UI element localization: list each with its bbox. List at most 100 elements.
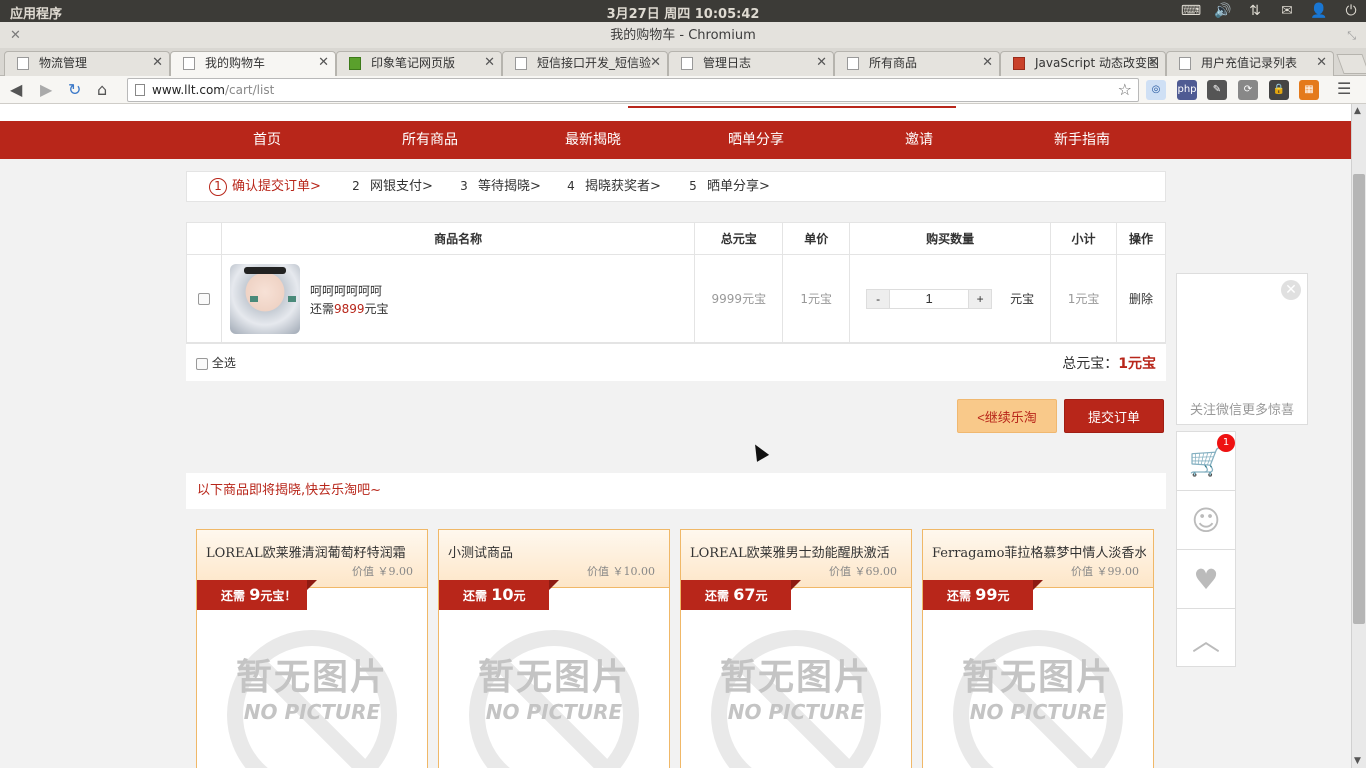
tab-logistics[interactable]: 物流管理 ✕ — [4, 51, 170, 76]
tab-label: 管理日志 — [703, 56, 752, 70]
card-name[interactable]: Ferragamo菲拉格慕梦中情人淡香水 — [932, 542, 1146, 561]
system-clock[interactable]: 3月27日 周四 10:05:42 — [0, 3, 1366, 22]
header-qty: 购买数量 — [849, 222, 1052, 255]
continue-shopping-button[interactable]: <继续乐淘 — [957, 399, 1057, 433]
window-resize-icon[interactable]: ⤡ — [1347, 22, 1356, 50]
no-picture-en: NO PICTURE — [485, 700, 623, 724]
window-titlebar: ✕ 我的购物车 - Chromium ⤡ — [0, 22, 1366, 48]
no-picture-en: NO PICTURE — [969, 700, 1107, 724]
extension-globe-icon[interactable]: ◎ — [1146, 80, 1166, 100]
window-close-icon[interactable]: ✕ — [10, 22, 21, 50]
qty-minus-button[interactable]: - — [866, 288, 891, 309]
tab-close-icon[interactable]: ✕ — [1148, 52, 1159, 74]
side-back-to-top-button[interactable]: ︿ — [1177, 609, 1235, 668]
step-share: 5 晒单分享> — [684, 172, 770, 201]
tab-label: 用户充值记录列表 — [1201, 56, 1298, 70]
side-favorite-button[interactable]: ♥ — [1177, 550, 1235, 609]
no-picture-cn: 暂无图片 — [477, 657, 630, 698]
tab-close-icon[interactable]: ✕ — [1316, 52, 1327, 74]
item-price: 1元宝 — [782, 254, 851, 343]
extension-evernote-icon[interactable]: ✎ — [1207, 80, 1227, 100]
qty-plus-button[interactable]: + — [968, 288, 993, 309]
page-info-icon[interactable] — [135, 84, 145, 96]
php-extension-icon[interactable]: php — [1177, 80, 1197, 100]
tab-my-cart[interactable]: 我的购物车 ✕ — [170, 51, 336, 76]
nav-guide[interactable]: 新手指南 — [1054, 121, 1110, 159]
step-label: 确认提交订单> — [232, 179, 321, 194]
side-cart-button[interactable]: 🛒 1 — [1177, 432, 1235, 491]
menu-icon[interactable]: ☰ — [1337, 79, 1351, 98]
tab-label: JavaScript 动态改变图 — [1035, 56, 1159, 70]
page-scrollbar[interactable]: ▲ ▼ — [1351, 104, 1366, 768]
remain-prefix: 还需 — [309, 301, 334, 316]
card-need-badge: 还需 99元宝！ — [923, 580, 1043, 633]
product-card[interactable]: LOREAL欧莱雅男士劲能醒肤激活 价值 ￥69.00 还需 67元宝！ 暂无图片… — [680, 529, 912, 768]
close-icon[interactable]: ✕ — [1281, 280, 1301, 300]
tab-all-products[interactable]: 所有商品 ✕ — [834, 51, 1000, 76]
card-name[interactable]: LOREAL欧莱雅男士劲能醒肤激活 — [690, 542, 904, 561]
tab-close-icon[interactable]: ✕ — [982, 52, 993, 74]
wechat-qr-panel: ✕ 关注微信更多惊喜 — [1176, 273, 1308, 425]
qty-input[interactable] — [890, 288, 969, 309]
cart-header-row: 商品名称 总元宝 单价 购买数量 小计 操作 — [186, 222, 1166, 255]
side-qq-button[interactable]: ☺ — [1177, 491, 1235, 550]
select-all-checkbox[interactable] — [196, 357, 208, 370]
nav-share[interactable]: 晒单分享 — [728, 121, 784, 159]
nav-latest-reveal[interactable]: 最新揭晓 — [565, 121, 621, 159]
browser-toolbar: ◀ ▶ ↻ ⌂ www.llt.com/cart/list ☆ ◎ php ✎ … — [0, 76, 1366, 104]
card-need-badge: 还需 67元宝！ — [681, 580, 801, 633]
reload-icon[interactable]: ↻ — [68, 80, 81, 99]
extension-lock-icon[interactable]: 🔒 — [1269, 80, 1289, 100]
card-name[interactable]: 小测试商品 — [448, 542, 662, 561]
extension-sync-icon[interactable]: ⟳ — [1238, 80, 1258, 100]
bookmark-star-icon[interactable]: ☆ — [1118, 79, 1132, 101]
tab-javascript[interactable]: JavaScript 动态改变图 ✕ — [1000, 51, 1166, 76]
product-thumbnail[interactable] — [229, 263, 300, 334]
need-value: 99 — [975, 585, 998, 604]
tab-admin-log[interactable]: 管理日志 ✕ — [668, 51, 834, 76]
tab-close-icon[interactable]: ✕ — [816, 52, 827, 74]
card-name[interactable]: LOREAL欧莱雅清润葡萄籽特润霜 — [206, 542, 420, 561]
no-picture-cn: 暂无图片 — [719, 657, 872, 698]
select-all-label: 全选 — [211, 356, 236, 370]
nav-home[interactable]: 首页 — [253, 121, 281, 159]
tab-evernote[interactable]: 印象笔记网页版 ✕ — [336, 51, 502, 76]
back-icon[interactable]: ◀ — [10, 80, 22, 99]
address-bar[interactable]: www.llt.com/cart/list ☆ — [127, 78, 1139, 102]
tab-close-icon[interactable]: ✕ — [484, 52, 495, 74]
system-top-bar: 应用程序 3月27日 周四 10:05:42 ⌨ 🔊 ⇅ ✉ 👤 ⏻ — [0, 0, 1366, 22]
url-host: www.llt.com — [152, 83, 225, 97]
nav-invite[interactable]: 邀请 — [905, 121, 933, 159]
forward-icon[interactable]: ▶ — [40, 80, 52, 99]
nav-all-products[interactable]: 所有商品 — [402, 121, 458, 159]
card-price: 价值 ￥99.00 — [1071, 565, 1139, 578]
product-card[interactable]: Ferragamo菲拉格慕梦中情人淡香水 价值 ￥99.00 还需 99元宝！ 暂… — [922, 529, 1154, 768]
item-checkbox[interactable] — [197, 293, 210, 305]
delete-link[interactable]: 删除 — [1116, 254, 1166, 343]
network-icon[interactable]: ⇅ — [1246, 2, 1264, 20]
extension-new-icon[interactable]: ▦ — [1299, 80, 1319, 100]
scroll-down-arrow-icon[interactable]: ▼ — [1354, 756, 1361, 766]
new-tab-button[interactable] — [1336, 54, 1366, 74]
tab-recharge-records[interactable]: 用户充值记录列表 ✕ — [1166, 51, 1334, 76]
tab-close-icon[interactable]: ✕ — [650, 52, 661, 74]
total-label: 总元宝： — [1062, 356, 1119, 372]
tab-close-icon[interactable]: ✕ — [152, 52, 163, 74]
volume-icon[interactable]: 🔊 — [1214, 2, 1232, 20]
user-icon[interactable]: 👤 — [1310, 2, 1328, 20]
submit-order-button[interactable]: 提交订单 — [1064, 399, 1164, 433]
page-icon — [183, 57, 195, 70]
keyboard-icon[interactable]: ⌨ — [1181, 2, 1201, 20]
product-card[interactable]: 小测试商品 价值 ￥10.00 还需 10元宝！ 暂无图片 NO PICTURE — [438, 529, 670, 768]
need-value: 67 — [733, 585, 756, 604]
product-cell: 呵呵呵呵呵呵 还需9899元宝 — [220, 254, 696, 343]
power-icon[interactable]: ⏻ — [1342, 2, 1360, 20]
tab-sms-api[interactable]: 短信接口开发_短信验 ✕ — [502, 51, 668, 76]
scroll-up-arrow-icon[interactable]: ▲ — [1354, 106, 1361, 116]
tab-label: 短信接口开发_短信验 — [537, 56, 652, 70]
scrollbar-thumb[interactable] — [1353, 174, 1365, 624]
product-card[interactable]: LOREAL欧莱雅清润葡萄籽特润霜 价值 ￥9.00 还需 9元宝！ 暂无图片 N… — [196, 529, 428, 768]
mail-icon[interactable]: ✉ — [1278, 2, 1296, 20]
home-icon[interactable]: ⌂ — [97, 80, 107, 99]
tab-close-icon[interactable]: ✕ — [318, 52, 329, 74]
